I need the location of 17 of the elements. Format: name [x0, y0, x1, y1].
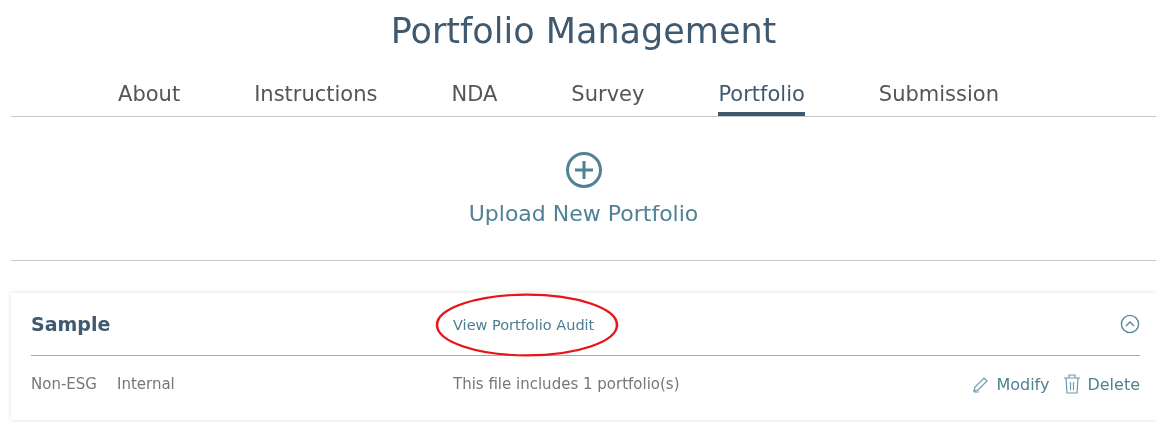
- add-icon[interactable]: [564, 151, 603, 189]
- summary-text: This file includes 1 portfolio(s): [453, 375, 681, 393]
- tab[interactable]: Portfolio: [718, 78, 805, 116]
- tab[interactable]: Instructions: [254, 78, 378, 116]
- tab[interactable]: Submission: [878, 78, 999, 116]
- portfolio-tag: Non-ESG: [31, 375, 97, 393]
- tab[interactable]: NDA: [451, 78, 498, 116]
- upload-button[interactable]: Upload New Portfolio: [468, 201, 699, 226]
- collapse-icon[interactable]: [1120, 314, 1140, 334]
- tab[interactable]: About: [118, 78, 181, 116]
- portfolio-name: Sample: [31, 313, 112, 335]
- modify-button[interactable]: Modify: [972, 374, 1050, 394]
- trash-icon: [1063, 374, 1082, 394]
- tab[interactable]: Survey: [571, 78, 645, 116]
- page-title: Portfolio Management: [389, 10, 778, 53]
- delete-button[interactable]: Delete: [1063, 374, 1140, 394]
- portfolio-tag: Internal: [116, 375, 175, 393]
